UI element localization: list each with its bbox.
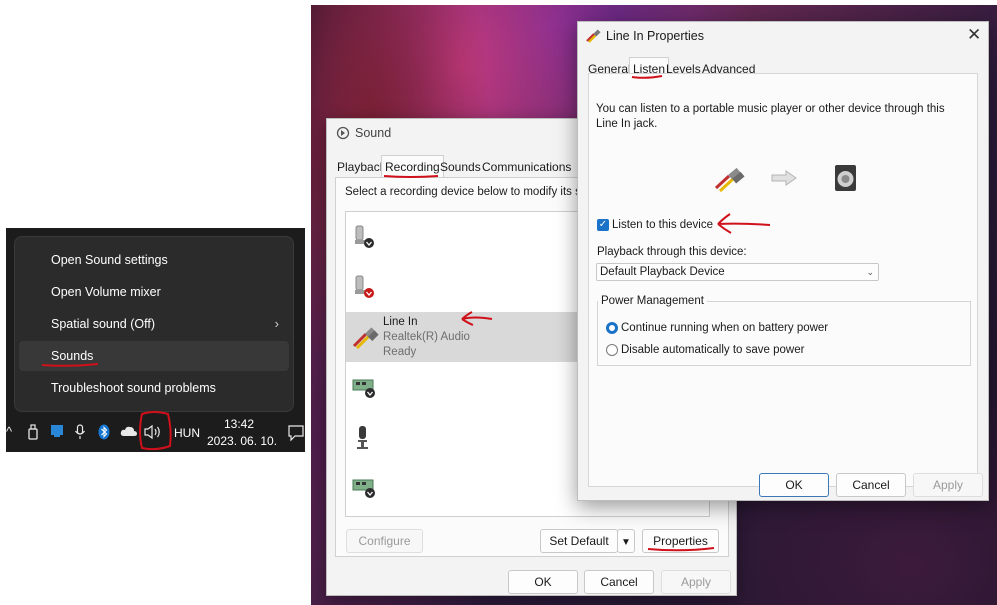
- chevron-right-icon: ›: [274, 316, 279, 331]
- onedrive-cloud-icon[interactable]: [120, 424, 138, 442]
- menu-item-sounds[interactable]: Sounds: [19, 341, 289, 371]
- sound-apply-button[interactable]: Apply: [661, 570, 731, 594]
- sound-tabs: Playback Recording Sounds Communications: [335, 155, 575, 179]
- radio-disable-automatically[interactable]: [606, 344, 618, 356]
- listen-tab-pane: You can listen to a portable music playe…: [588, 73, 978, 487]
- tab-communications[interactable]: Communications: [482, 157, 571, 177]
- studio-microphone-icon: [352, 424, 376, 450]
- line-in-app-icon: [586, 29, 602, 46]
- microphone-device-icon: [352, 274, 376, 300]
- listen-checkbox[interactable]: ✓: [597, 219, 609, 231]
- microphone-device-icon: [352, 224, 376, 250]
- chevron-up-icon[interactable]: ^: [6, 424, 12, 440]
- tab-playback[interactable]: Playback: [337, 157, 386, 177]
- notification-icon[interactable]: [287, 424, 305, 446]
- playback-device-label: Playback through this device:: [597, 246, 747, 258]
- microphone-icon[interactable]: [74, 424, 86, 444]
- menu-item-spatial-sound[interactable]: Spatial sound (Off) ›: [19, 309, 289, 339]
- set-default-button[interactable]: Set Default: [540, 529, 618, 553]
- line-in-properties-dialog: Line In Properties ✕ General Listen Leve…: [577, 21, 989, 501]
- bluetooth-icon[interactable]: [98, 424, 110, 444]
- speaker-volume-icon[interactable]: [143, 424, 163, 444]
- line-in-jack-icon: [714, 166, 748, 195]
- listen-checkbox-label[interactable]: Listen to this device: [612, 219, 713, 231]
- recording-instruction: Select a recording device below to modif…: [345, 186, 591, 198]
- set-default-dropdown[interactable]: ▼: [617, 529, 635, 553]
- listen-description: You can listen to a portable music playe…: [596, 103, 945, 130]
- caret-down-icon: ▼: [621, 537, 631, 548]
- tab-recording[interactable]: Recording: [381, 155, 444, 178]
- props-ok-button[interactable]: OK: [759, 473, 829, 497]
- line-in-jack-icon: [352, 324, 379, 350]
- clock-date[interactable]: 2023. 06. 10.: [207, 434, 277, 448]
- sound-dialog-title: Sound: [355, 126, 392, 140]
- radio-disable-automatically-label[interactable]: Disable automatically to save power: [621, 344, 804, 356]
- sound-card-icon: [352, 474, 376, 500]
- defender-icon[interactable]: [50, 424, 64, 442]
- usb-drive-icon[interactable]: [27, 424, 39, 444]
- close-icon[interactable]: ✕: [967, 25, 981, 45]
- radio-continue-running-label[interactable]: Continue running when on battery power: [621, 322, 828, 334]
- menu-item-troubleshoot[interactable]: Troubleshoot sound problems: [19, 373, 289, 403]
- taskbar: ^ HUN 13:42 2023. 06. 10.: [6, 413, 305, 452]
- playback-device-value: Default Playback Device: [600, 266, 725, 278]
- props-cancel-button[interactable]: Cancel: [836, 473, 906, 497]
- playback-device-select[interactable]: Default Playback Device ⌄: [596, 263, 879, 281]
- device-detail-line-in: Realtek(R) Audio: [383, 331, 470, 343]
- radio-continue-running[interactable]: [606, 322, 618, 334]
- sound-card-icon: [352, 374, 376, 400]
- sound-app-icon: [336, 126, 350, 143]
- sound-ok-button[interactable]: OK: [508, 570, 578, 594]
- sound-context-menu: Open Sound settings Open Volume mixer Sp…: [14, 236, 294, 412]
- props-apply-button[interactable]: Apply: [913, 473, 983, 497]
- props-dialog-title: Line In Properties: [606, 29, 704, 43]
- menu-item-open-volume-mixer[interactable]: Open Volume mixer: [19, 277, 289, 307]
- speaker-device-icon: [833, 164, 859, 195]
- properties-button[interactable]: Properties: [642, 529, 719, 553]
- power-management-label: Power Management: [598, 295, 707, 307]
- configure-button[interactable]: Configure: [346, 529, 423, 553]
- sound-cancel-button[interactable]: Cancel: [584, 570, 654, 594]
- device-status-line-in: Ready: [383, 346, 417, 358]
- menu-item-open-sound-settings[interactable]: Open Sound settings: [19, 245, 289, 275]
- chevron-down-icon: ⌄: [866, 267, 874, 277]
- clock-time[interactable]: 13:42: [224, 417, 254, 431]
- arrow-right-icon: [771, 170, 797, 189]
- language-indicator[interactable]: HUN: [174, 426, 200, 440]
- device-name-line-in: Line In: [383, 316, 418, 328]
- tab-sounds[interactable]: Sounds: [440, 157, 481, 177]
